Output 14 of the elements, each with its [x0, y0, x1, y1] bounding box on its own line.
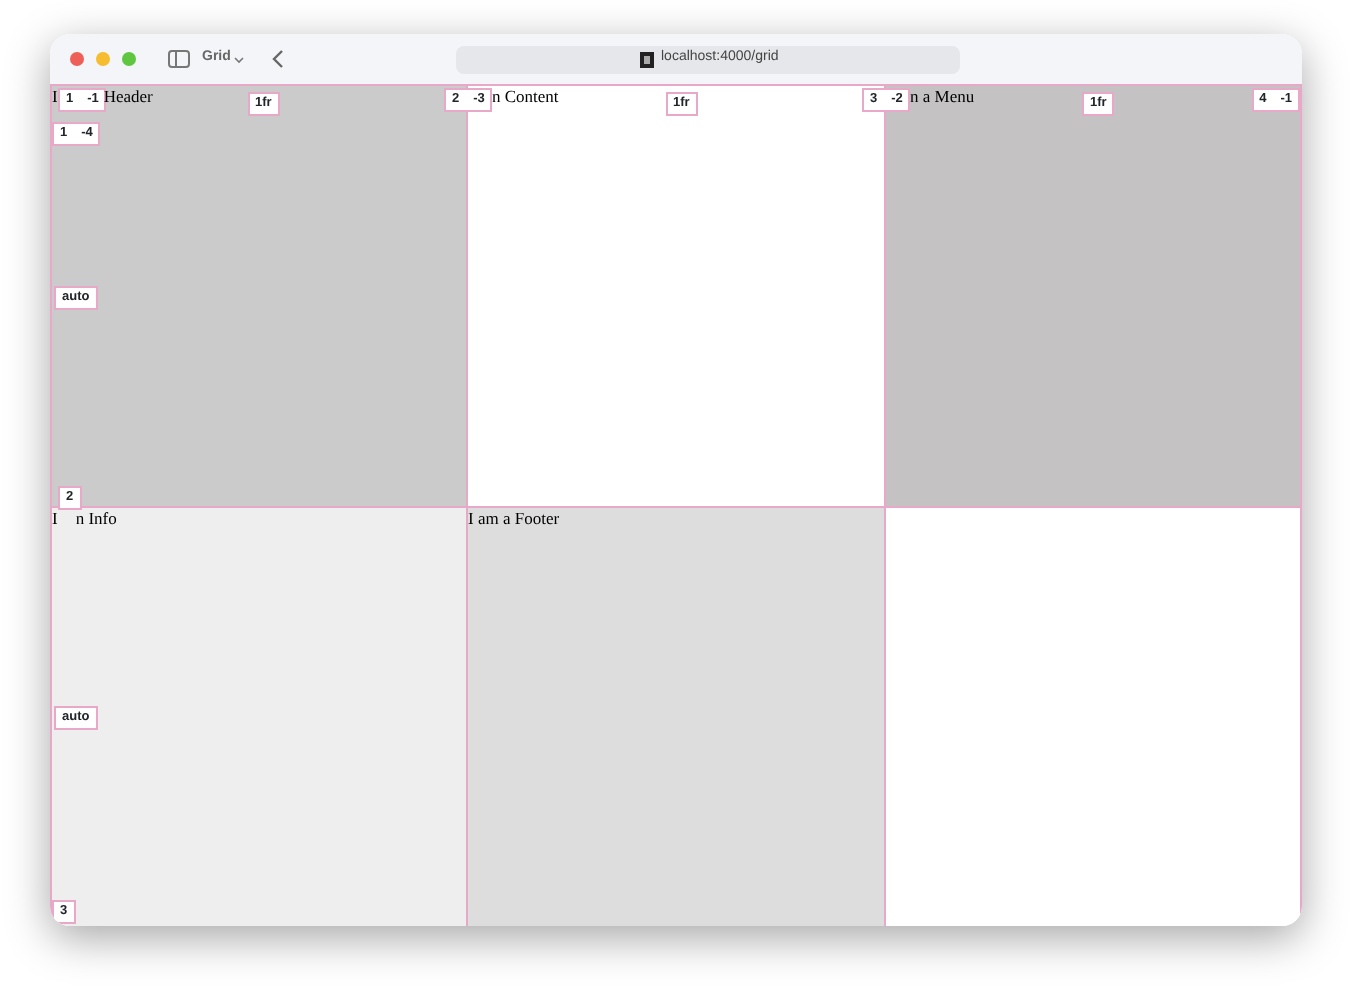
- cell-text: I: [52, 86, 58, 107]
- maximize-icon[interactable]: [122, 52, 136, 66]
- cell-text: n a Menu: [910, 86, 975, 107]
- cell-text: I: [52, 508, 58, 529]
- back-icon[interactable]: [272, 50, 285, 68]
- minimize-icon[interactable]: [96, 52, 110, 66]
- sidebar-icon[interactable]: [168, 50, 190, 68]
- site-icon: [639, 51, 653, 67]
- cell-text: I am a Footer: [468, 508, 560, 529]
- caret-icon: [234, 55, 245, 63]
- cell-text: n Content: [492, 86, 559, 107]
- cell-text: n Info: [75, 508, 117, 529]
- close-icon[interactable]: [70, 52, 84, 66]
- cell-text: Header: [103, 86, 153, 107]
